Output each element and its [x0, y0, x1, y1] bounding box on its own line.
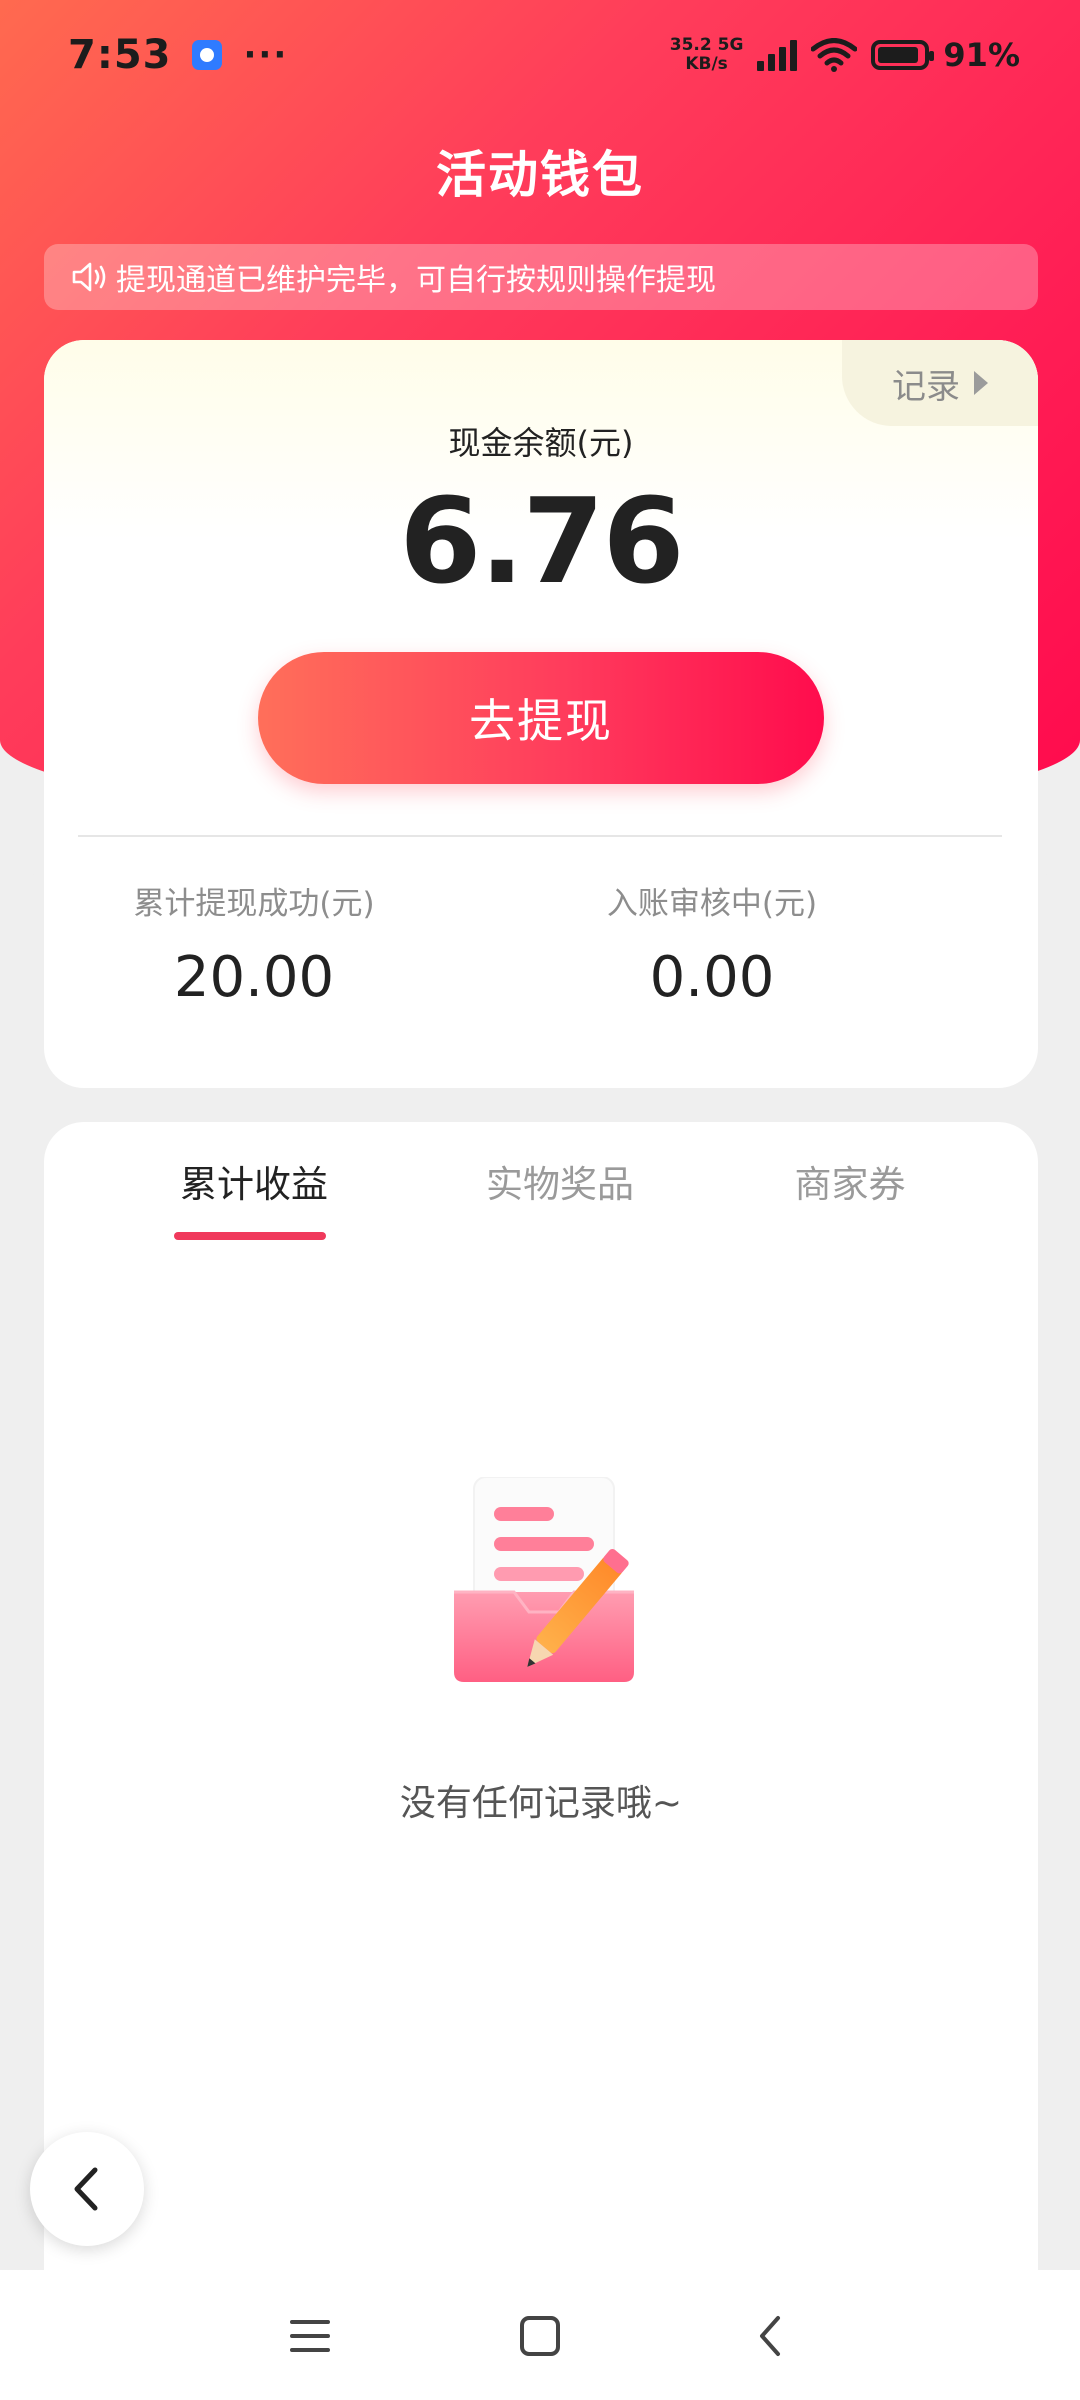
document-pencil-icon [454, 1477, 634, 1682]
stat-total-withdrawn: 累计提现成功(元) 20.00 [44, 878, 464, 1010]
balance-card: 记录 现金余额(元) 6.76 去提现 累计提现成功(元) 20.00 入账审核… [44, 340, 1038, 1088]
speaker-icon [72, 262, 106, 292]
triangle-right-icon [974, 371, 988, 395]
chevron-left-icon [74, 2167, 98, 2211]
tab-cumulative-earnings[interactable]: 累计收益 [174, 1154, 334, 1208]
stat-value: 0.00 [649, 945, 775, 1010]
tab-physical-prizes[interactable]: 实物奖品 [480, 1154, 640, 1208]
menu-icon [290, 2320, 330, 2352]
notice-banner: 提现通道已维护完毕，可自行按规则操作提现 [44, 244, 1038, 310]
net-speed-unit: KB/s [685, 54, 728, 74]
status-time: 7:53 [68, 32, 172, 78]
nav-back-button[interactable] [740, 2306, 800, 2366]
notice-text: 提现通道已维护完毕，可自行按规则操作提现 [116, 263, 716, 298]
stat-label: 累计提现成功(元) [133, 886, 375, 922]
network-type: 5G [717, 35, 744, 55]
divider [78, 835, 1002, 837]
nav-menu-button[interactable] [280, 2306, 340, 2366]
record-label: 记录 [892, 366, 960, 407]
status-bar: 7:53 ··· 35.2 5G KB/s 91% [0, 0, 1080, 110]
network-speed: 35.2 5G KB/s [670, 36, 744, 74]
status-right: 35.2 5G KB/s 91% [670, 36, 1020, 75]
tab-merchant-coupons[interactable]: 商家券 [790, 1154, 910, 1208]
balance-value: 6.76 [399, 472, 684, 610]
battery-percent: 91% [943, 36, 1020, 74]
wifi-icon [811, 38, 858, 72]
system-navigation-bar [0, 2270, 1080, 2400]
record-button[interactable]: 记录 [842, 340, 1038, 426]
stat-label: 入账审核中(元) [606, 886, 818, 922]
withdraw-button[interactable]: 去提现 [258, 652, 824, 784]
page-title: 活动钱包 [436, 146, 644, 204]
battery-icon [871, 40, 935, 70]
home-square-icon [520, 2316, 560, 2356]
back-icon [760, 2316, 780, 2356]
more-notifications-icon: ··· [243, 35, 289, 75]
stat-pending-review: 入账审核中(元) 0.00 [502, 878, 922, 1010]
balance-label: 现金余额(元) [448, 424, 634, 462]
battery-fill [878, 47, 919, 63]
app-notification-icon [191, 40, 222, 70]
active-tab-indicator [174, 1232, 326, 1240]
cellular-signal-icon [757, 39, 798, 71]
net-speed-value: 35.2 [669, 35, 712, 55]
floating-back-button[interactable] [30, 2132, 144, 2246]
records-card: 累计收益 实物奖品 商家券 没有任何记录哦~ [44, 1122, 1038, 2282]
empty-state-text: 没有任何记录哦~ [399, 1783, 683, 1824]
stat-value: 20.00 [173, 945, 335, 1010]
nav-home-button[interactable] [510, 2306, 570, 2366]
